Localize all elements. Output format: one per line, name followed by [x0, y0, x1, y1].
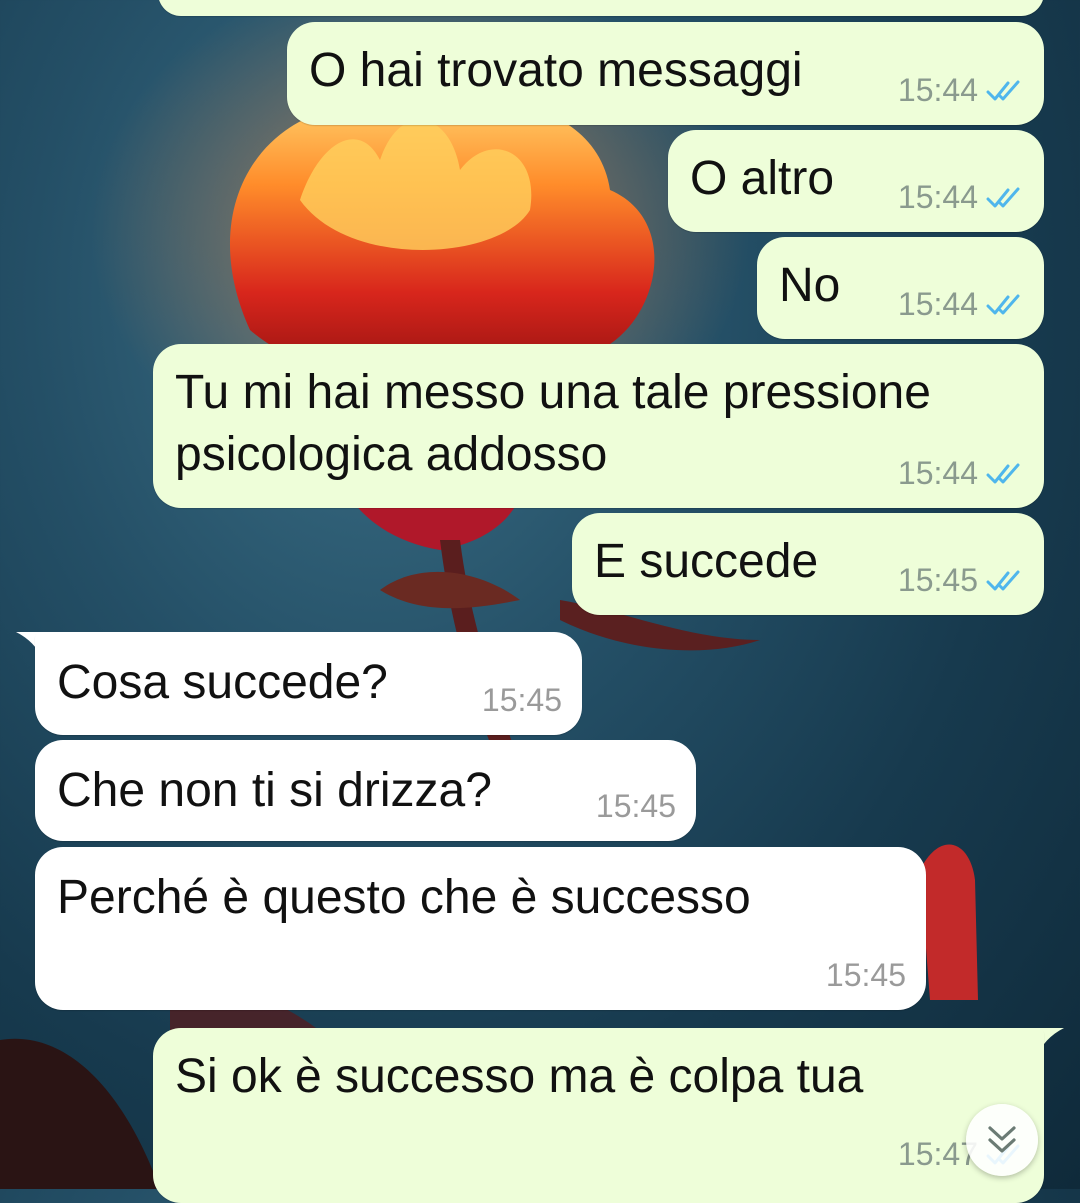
message-text: Perché è questo che è successo: [57, 871, 751, 924]
message-time: 15:45: [825, 957, 906, 993]
message-time: 15:44: [897, 455, 978, 491]
message-bubble-incoming[interactable]: Perché è questo che è successo 15:45: [35, 847, 926, 1010]
message-meta: 15:44: [898, 455, 1024, 492]
message-time: 15:44: [897, 286, 978, 322]
partial-message-bubble: [158, 0, 1044, 16]
double-check-icon: [986, 80, 1020, 100]
message-meta: 15:44: [898, 72, 1024, 109]
message-text: No: [779, 259, 841, 312]
double-check-icon: [986, 463, 1020, 483]
message-time: 15:45: [595, 788, 676, 824]
message-bubble-outgoing[interactable]: No 15:44: [757, 237, 1044, 339]
message-bubble-outgoing[interactable]: E succede 15:45: [572, 513, 1044, 615]
message-bubble-outgoing[interactable]: O altro 15:44: [668, 130, 1044, 232]
double-check-icon: [986, 570, 1020, 590]
message-meta: 15:45: [826, 957, 906, 994]
message-time: 15:44: [897, 179, 978, 215]
message-meta: 15:44: [898, 179, 1024, 216]
message-meta: 15:45: [898, 562, 1024, 599]
message-text: Che non ti si drizza?: [57, 764, 492, 817]
chevron-double-down-icon: [988, 1126, 1016, 1153]
double-check-icon: [986, 294, 1020, 314]
message-text: E succede: [594, 535, 819, 588]
message-text: O altro: [690, 152, 835, 205]
message-time: 15:44: [897, 72, 978, 108]
message-text: Si ok è successo ma è colpa tua: [175, 1050, 864, 1103]
message-bubble-outgoing[interactable]: Si ok è successo ma è colpa tua 15:47: [153, 1028, 1044, 1203]
scroll-to-bottom-button[interactable]: [966, 1104, 1038, 1176]
message-time: 15:45: [481, 682, 562, 718]
message-bubble-incoming[interactable]: Che non ti si drizza? 15:45: [35, 740, 696, 841]
message-meta: 15:44: [898, 286, 1024, 323]
message-bubble-outgoing[interactable]: Tu mi hai messo una tale pressione psico…: [153, 344, 1044, 508]
message-text: Tu mi hai messo una tale pressione psico…: [175, 366, 931, 481]
message-text: Cosa succede?: [57, 656, 388, 709]
message-meta: 15:45: [596, 788, 676, 825]
message-bubble-incoming[interactable]: Cosa succede? 15:45: [35, 632, 582, 735]
double-check-icon: [986, 187, 1020, 207]
message-bubble-outgoing[interactable]: O hai trovato messaggi 15:44: [287, 22, 1044, 125]
message-time: 15:45: [897, 562, 978, 598]
message-meta: 15:45: [482, 682, 562, 719]
message-text: O hai trovato messaggi: [309, 44, 803, 97]
